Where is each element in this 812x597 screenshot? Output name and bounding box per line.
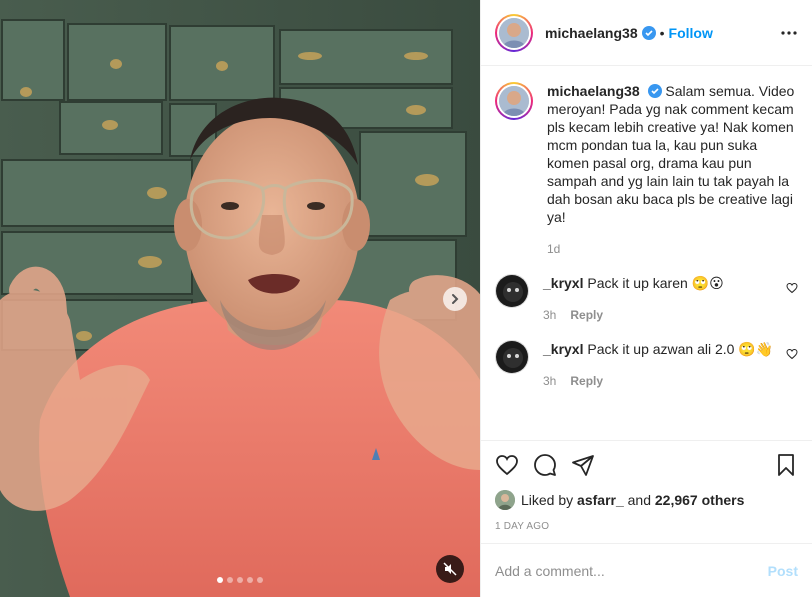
commenter-avatar[interactable]: [495, 340, 529, 374]
verified-badge-icon: [641, 25, 656, 40]
carousel-dot: [217, 577, 223, 583]
comment-item: _kryxl Pack it up karen 🙄😮 3h Reply: [495, 274, 798, 324]
speaker-muted-icon: [443, 562, 457, 576]
likes-others-count[interactable]: 22,967 others: [655, 492, 745, 508]
chevron-right-icon: [452, 294, 459, 304]
post-header: michaelang38 • Follow: [481, 0, 812, 66]
post-actions-area: Liked by asfarr_ and 22,967 others 1 DAY…: [481, 440, 812, 543]
next-slide-button[interactable]: [443, 287, 467, 311]
author-username[interactable]: michaelang38: [545, 25, 638, 41]
commenter-avatar-image: [496, 341, 528, 373]
commenter-avatar[interactable]: [495, 274, 529, 308]
caption: michaelang38 Salam semua. Video meroyan!…: [495, 82, 798, 258]
author-avatar-image: [499, 17, 529, 48]
video-frame: [0, 0, 480, 597]
caption-text: Salam semua. Video meroyan! Pada yg nak …: [547, 83, 795, 225]
more-options-icon[interactable]: [780, 24, 798, 42]
caption-time[interactable]: 1d: [547, 242, 560, 256]
like-heart-icon[interactable]: [495, 453, 519, 477]
like-comment-heart-icon[interactable]: [786, 282, 798, 294]
share-paper-plane-icon[interactable]: [571, 453, 595, 477]
comments-section: michaelang38 Salam semua. Video meroyan!…: [481, 66, 812, 440]
add-comment-bar: Post: [481, 543, 812, 597]
reply-button[interactable]: Reply: [570, 308, 603, 322]
caption-meta: 1d: [547, 240, 798, 258]
save-bookmark-icon[interactable]: [774, 453, 798, 477]
caption-username[interactable]: michaelang38: [547, 83, 640, 99]
carousel-dot: [237, 577, 243, 583]
carousel-indicator: [0, 577, 480, 583]
comment-meta: 3h Reply: [543, 372, 778, 390]
likes-conjunction: and: [627, 492, 651, 508]
follow-button[interactable]: Follow: [669, 25, 713, 41]
action-bar: [495, 441, 798, 489]
carousel-dot: [257, 577, 263, 583]
carousel-dot: [247, 577, 253, 583]
commenter-username[interactable]: _kryxl: [543, 341, 583, 357]
comment-time[interactable]: 3h: [543, 374, 556, 388]
mute-button[interactable]: [436, 555, 464, 583]
commenter-avatar-image: [496, 275, 528, 307]
comment-text: Pack it up azwan ali 2.0 🙄👋: [587, 341, 774, 357]
header-separator: •: [659, 24, 665, 41]
commenter-username[interactable]: _kryxl: [543, 275, 583, 291]
comment-meta: 3h Reply: [543, 306, 778, 324]
liked-by-label: Liked by: [521, 492, 574, 508]
post-dialog: michaelang38 • Follow michaelang38 Salam…: [0, 0, 812, 597]
likes-summary: Liked by asfarr_ and 22,967 others: [495, 489, 798, 511]
comment-input[interactable]: [495, 562, 768, 579]
liker-avatar-image: [495, 490, 515, 510]
caption-author-avatar[interactable]: [495, 82, 533, 120]
comment-time[interactable]: 3h: [543, 308, 556, 322]
post-side-panel: michaelang38 • Follow michaelang38 Salam…: [480, 0, 812, 597]
comment-text: Pack it up karen 🙄😮: [587, 275, 724, 291]
verified-badge-icon: [647, 84, 662, 98]
liker-username[interactable]: asfarr_: [577, 492, 624, 508]
comment-bubble-icon[interactable]: [533, 453, 557, 477]
reply-button[interactable]: Reply: [570, 374, 603, 388]
author-avatar[interactable]: [495, 13, 533, 52]
like-comment-heart-icon[interactable]: [786, 348, 798, 360]
post-comment-button[interactable]: Post: [768, 563, 798, 579]
carousel-dot: [227, 577, 233, 583]
post-timestamp[interactable]: 1 DAY AGO: [495, 521, 798, 543]
liker-avatar[interactable]: [495, 490, 515, 510]
comment-item: _kryxl Pack it up azwan ali 2.0 🙄👋 3h Rep…: [495, 340, 798, 390]
caption-avatar-image: [499, 86, 529, 116]
post-video[interactable]: [0, 0, 480, 597]
